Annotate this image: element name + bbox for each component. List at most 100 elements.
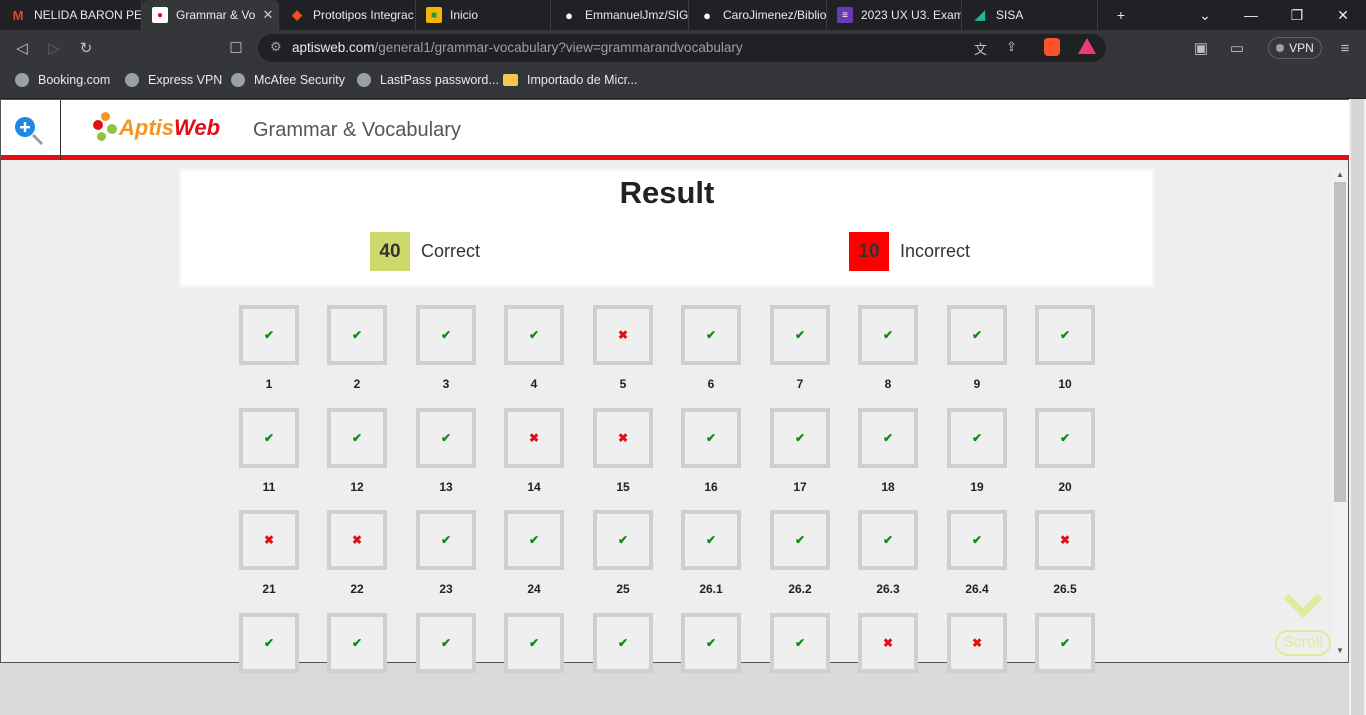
question-result-box[interactable]: ✖ bbox=[858, 613, 918, 673]
question-result-box[interactable]: ✖ bbox=[593, 305, 653, 365]
question-result-box[interactable]: ✔ bbox=[239, 305, 299, 365]
close-window-icon[interactable]: ✕ bbox=[1320, 0, 1366, 30]
bookmark-mcafee[interactable]: McAfee Security bbox=[231, 66, 345, 94]
question-result-box[interactable]: ✔ bbox=[327, 305, 387, 365]
zoom-in-icon[interactable] bbox=[14, 116, 44, 146]
tab-search-icon[interactable]: ⌄ bbox=[1182, 0, 1228, 30]
question-result-box[interactable]: ✔ bbox=[1035, 613, 1095, 673]
question-result-box[interactable]: ✔ bbox=[416, 613, 476, 673]
question-result-box[interactable]: ✔ bbox=[416, 408, 476, 468]
brave-shields-icon[interactable] bbox=[1044, 38, 1060, 56]
site-info-icon[interactable]: ⚙ bbox=[270, 39, 282, 55]
reload-icon[interactable]: ↻ bbox=[71, 30, 101, 66]
question-result-box[interactable]: ✔ bbox=[681, 305, 741, 365]
cross-icon: ✖ bbox=[263, 533, 275, 547]
question-result-box[interactable]: ✔ bbox=[770, 510, 830, 570]
question-result-box[interactable]: ✔ bbox=[1035, 408, 1095, 468]
vpn-status-icon bbox=[1276, 44, 1285, 52]
question-result-box[interactable]: ✔ bbox=[504, 613, 564, 673]
question-number: 3 bbox=[442, 377, 450, 391]
tab-3[interactable]: ◆ Prototipos Integrac bbox=[279, 0, 416, 30]
scroll-down-icon[interactable]: ▼ bbox=[1336, 646, 1344, 655]
tab-strip: M NELIDA BARON PE ● Grammar & Vo ✕ ◆ Prototipo… bbox=[0, 0, 1366, 30]
sidebar-icon[interactable]: ▣ bbox=[1186, 30, 1216, 66]
question-number: 5 bbox=[619, 377, 627, 391]
forward-icon[interactable]: ▷ bbox=[39, 30, 69, 66]
question-result-box[interactable]: ✔ bbox=[947, 305, 1007, 365]
question-result-box[interactable]: ✔ bbox=[770, 613, 830, 673]
question-result-box[interactable]: ✔ bbox=[593, 613, 653, 673]
question-result-box[interactable]: ✔ bbox=[416, 305, 476, 365]
question-result-box[interactable]: ✔ bbox=[947, 408, 1007, 468]
checkmark-icon: ✔ bbox=[882, 431, 894, 445]
question-number: 11 bbox=[262, 480, 276, 494]
tab-6[interactable]: ● CaroJimenez/Biblio bbox=[689, 0, 827, 30]
tab-4[interactable]: ■ Inicio bbox=[416, 0, 551, 30]
question-result-box[interactable]: ✖ bbox=[327, 510, 387, 570]
header-divider bbox=[60, 100, 61, 160]
wallet-icon[interactable]: ▭ bbox=[1222, 30, 1252, 66]
tab-7[interactable]: ≡ 2023 UX U3. Exame bbox=[827, 0, 962, 30]
back-icon[interactable]: ◁ bbox=[7, 30, 37, 66]
checkmark-icon: ✔ bbox=[1059, 328, 1071, 342]
bookmark-expressvpn[interactable]: Express VPN bbox=[125, 66, 222, 94]
tab-1[interactable]: M NELIDA BARON PE bbox=[0, 0, 142, 30]
close-tab-icon[interactable]: ✕ bbox=[258, 7, 278, 23]
question-result-box[interactable]: ✔ bbox=[327, 613, 387, 673]
question-result-box[interactable]: ✖ bbox=[593, 408, 653, 468]
tab-2[interactable]: ● Grammar & Vo ✕ bbox=[142, 0, 279, 30]
new-tab-button[interactable]: + bbox=[1098, 0, 1144, 30]
minimize-icon[interactable]: — bbox=[1228, 0, 1274, 30]
question-result-box[interactable]: ✔ bbox=[770, 408, 830, 468]
question-result-box[interactable]: ✔ bbox=[593, 510, 653, 570]
bookmark-folder-imported[interactable]: Importado de Micr... bbox=[503, 66, 637, 94]
question-result-box[interactable]: ✔ bbox=[947, 510, 1007, 570]
vpn-button[interactable]: VPN bbox=[1268, 37, 1322, 59]
checkmark-icon: ✔ bbox=[1059, 636, 1071, 650]
aptis-icon: ● bbox=[152, 7, 168, 23]
question-result-box[interactable]: ✔ bbox=[504, 510, 564, 570]
question-result-box[interactable]: ✖ bbox=[947, 613, 1007, 673]
tab-title: Inicio bbox=[450, 8, 479, 22]
menu-icon[interactable]: ≡ bbox=[1330, 30, 1360, 66]
translate-icon[interactable]: 文 bbox=[974, 39, 987, 58]
address-bar[interactable]: ⚙ aptisweb.com/general1/grammar-vocabula… bbox=[258, 34, 1106, 62]
question-result-box[interactable]: ✔ bbox=[681, 408, 741, 468]
question-result-box[interactable]: ✔ bbox=[1035, 305, 1095, 365]
question-number: 23 bbox=[439, 582, 453, 596]
aptisweb-logo[interactable]: AptisWeb bbox=[93, 112, 220, 144]
bookmark-booking[interactable]: Booking.com bbox=[15, 66, 110, 94]
question-result-box[interactable]: ✖ bbox=[1035, 510, 1095, 570]
question-result-box[interactable]: ✔ bbox=[858, 510, 918, 570]
question-result-box[interactable]: ✖ bbox=[239, 510, 299, 570]
question-result-box[interactable]: ✔ bbox=[681, 613, 741, 673]
question-result-box[interactable]: ✔ bbox=[504, 305, 564, 365]
browser-chrome: M NELIDA BARON PE ● Grammar & Vo ✕ ◆ Prototipo… bbox=[0, 0, 1366, 99]
question-result-box[interactable]: ✔ bbox=[239, 408, 299, 468]
github-icon: ● bbox=[565, 7, 573, 23]
scroll-label: Scroll bbox=[1275, 630, 1331, 656]
tab-5[interactable]: ● EmmanuelJmz/SIGI bbox=[551, 0, 689, 30]
tab-8[interactable]: ◢ SISA bbox=[962, 0, 1098, 30]
scroll-hint[interactable]: Scroll bbox=[1275, 592, 1331, 658]
bookmark-icon[interactable]: ☐ bbox=[221, 30, 251, 66]
question-result-box[interactable]: ✔ bbox=[239, 613, 299, 673]
maximize-icon[interactable]: ❐ bbox=[1274, 0, 1320, 30]
share-icon[interactable]: ⇪ bbox=[1006, 39, 1017, 55]
page-scrollbar[interactable]: ▲ ▼ bbox=[1332, 168, 1348, 660]
question-result-box[interactable]: ✔ bbox=[327, 408, 387, 468]
tab-title: Grammar & Vo bbox=[176, 8, 256, 22]
question-result-box[interactable]: ✔ bbox=[858, 305, 918, 365]
question-result-box[interactable]: ✔ bbox=[681, 510, 741, 570]
brave-rewards-icon[interactable] bbox=[1078, 38, 1096, 54]
scrollbar-thumb[interactable] bbox=[1334, 182, 1346, 502]
window-scrollbar-thumb[interactable] bbox=[1351, 99, 1364, 715]
question-result-box[interactable]: ✖ bbox=[504, 408, 564, 468]
question-result-box[interactable]: ✔ bbox=[416, 510, 476, 570]
question-result-box[interactable]: ✔ bbox=[770, 305, 830, 365]
bookmark-lastpass[interactable]: LastPass password... bbox=[357, 66, 499, 94]
question-result-box[interactable]: ✔ bbox=[858, 408, 918, 468]
scroll-up-icon[interactable]: ▲ bbox=[1336, 170, 1344, 179]
window-scrollbar[interactable] bbox=[1349, 99, 1366, 715]
checkmark-icon: ✔ bbox=[263, 431, 275, 445]
